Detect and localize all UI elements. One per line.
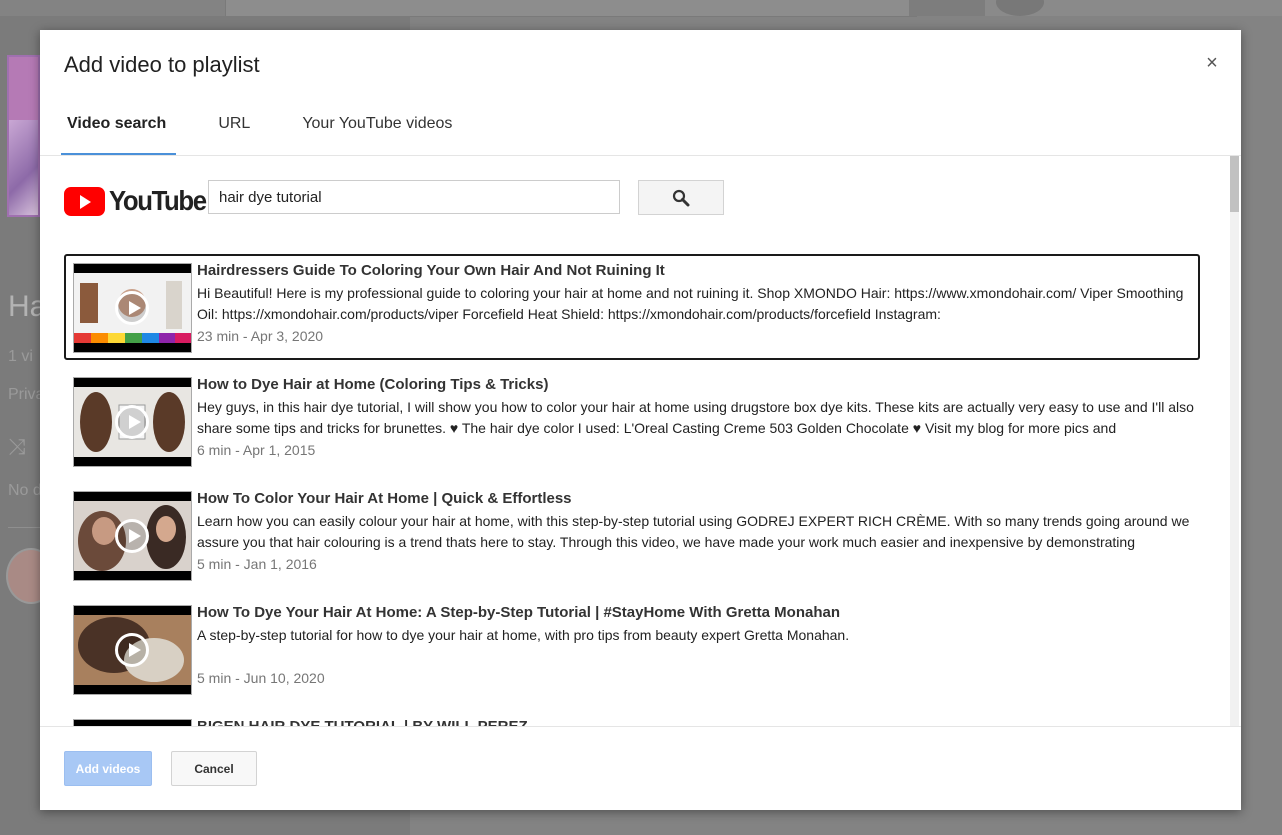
result-item[interactable]: How To Color Your Hair At Home | Quick &… — [64, 482, 1200, 588]
video-thumbnail — [73, 377, 192, 467]
video-thumbnail — [73, 605, 192, 695]
bg-privacy: Priva — [8, 386, 45, 403]
video-thumbnail — [73, 719, 192, 726]
bg-description: No d — [8, 482, 42, 499]
result-meta: 5 min - Jun 10, 2020 — [197, 670, 325, 686]
play-icon — [115, 291, 149, 325]
result-item[interactable]: BIGEN HAIR DYE TUTORIAL | BY WILL PEREZ — [64, 710, 1200, 726]
bg-search-button — [909, 0, 985, 16]
result-item[interactable]: How to Dye Hair at Home (Coloring Tips &… — [64, 368, 1200, 474]
result-title: How To Color Your Hair At Home | Quick &… — [197, 490, 572, 507]
play-icon — [115, 633, 149, 667]
result-title: How To Dye Your Hair At Home: A Step-by-… — [197, 604, 841, 621]
video-thumbnail — [73, 491, 192, 581]
bg-shuffle-icon: ⤨ — [8, 434, 26, 459]
cancel-button[interactable]: Cancel — [171, 751, 257, 786]
result-description: Hey guys, in this hair dye tutorial, I w… — [197, 399, 1194, 436]
bg-search-box — [225, 0, 917, 17]
dialog-tabs: Video search URL Your YouTube videos — [60, 110, 499, 155]
bg-thumbnail-art — [9, 120, 38, 215]
bg-video-count: 1 vi — [8, 348, 33, 365]
add-video-dialog: Add video to playlist × Video search URL… — [40, 30, 1241, 810]
footer-divider — [40, 726, 1241, 727]
youtube-logo: YouTube — [64, 185, 214, 216]
scrollbar-thumb[interactable] — [1230, 156, 1239, 212]
result-title: How to Dye Hair at Home (Coloring Tips &… — [197, 376, 549, 393]
result-meta: 6 min - Apr 1, 2015 — [197, 442, 316, 458]
result-item[interactable]: How To Dye Your Hair At Home: A Step-by-… — [64, 596, 1200, 702]
search-panel: YouTube hair dye tutorial Hairdressers G… — [40, 156, 1241, 726]
search-icon — [672, 189, 690, 206]
bg-divider — [8, 527, 40, 528]
play-icon — [115, 519, 149, 553]
video-thumbnail — [73, 263, 192, 353]
result-description: Hi Beautiful! Here is my professional gu… — [197, 285, 1184, 322]
youtube-play-icon — [64, 186, 105, 216]
play-icon — [115, 405, 149, 439]
result-title: Hairdressers Guide To Coloring Your Own … — [197, 262, 665, 279]
result-description: A step-by-step tutorial for how to dye y… — [197, 627, 850, 643]
result-meta: 23 min - Apr 3, 2020 — [197, 328, 324, 344]
result-description: Learn how you can easily colour your hai… — [197, 513, 1190, 550]
dialog-title: Add video to playlist — [64, 52, 260, 77]
tab-video-search[interactable]: Video search — [60, 110, 177, 155]
result-meta: 5 min - Jan 1, 2016 — [197, 556, 317, 572]
search-results-list: Hairdressers Guide To Coloring Your Own … — [64, 254, 1200, 726]
add-videos-button[interactable]: Add videos — [64, 751, 152, 786]
result-title: BIGEN HAIR DYE TUTORIAL | BY WILL PEREZ — [197, 718, 528, 726]
results-scrollbar[interactable] — [1230, 156, 1239, 726]
search-button[interactable] — [638, 180, 724, 215]
search-input[interactable] — [208, 180, 620, 214]
tab-your-youtube-videos[interactable]: Your YouTube videos — [297, 110, 457, 155]
close-icon[interactable]: × — [1201, 52, 1223, 74]
result-item[interactable]: Hairdressers Guide To Coloring Your Own … — [64, 254, 1200, 360]
tab-url[interactable]: URL — [213, 110, 255, 155]
youtube-wordmark: YouTube — [109, 185, 207, 216]
